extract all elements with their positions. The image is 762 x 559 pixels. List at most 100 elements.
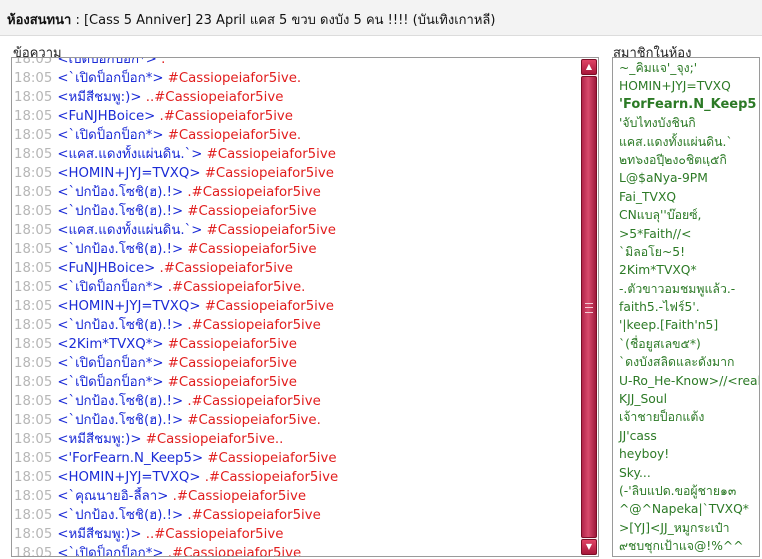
- message-nick[interactable]: <`เปิดป็อกป็อก*>: [57, 71, 163, 86]
- chat-message-row: 18:05 <`เปิดป็อกป็อก*> .#Cassiopeiafor5iv…: [14, 544, 578, 557]
- member-item[interactable]: ~_คิมแจ'_จุง;': [613, 59, 759, 77]
- message-text: #Cassiopeiafor5ive: [163, 337, 297, 352]
- chat-message-row: 18:05 <2Kim*TVXQ*> #Cassiopeiafor5ive: [14, 335, 578, 354]
- message-nick[interactable]: <HOMIN+JYJ=TVXQ>: [57, 299, 200, 314]
- member-item[interactable]: faith5.-ไฟร์5'.: [613, 298, 759, 316]
- chat-message-row: 18:05 <`ปกป้อง.โซชิ(ฮ).!> #Cassiopeiafor5…: [14, 240, 578, 259]
- message-nick[interactable]: <`เปิดป็อกป็อก*>: [57, 280, 163, 295]
- chat-message-row: 18:05 <`เปิดป็อกป็อก*> .#Cassiopeiafor5iv…: [14, 278, 578, 297]
- message-nick[interactable]: <HOMIN+JYJ=TVXQ>: [57, 470, 200, 485]
- message-timestamp: 18:05: [14, 57, 53, 67]
- chat-message-row: 18:05 <`ปกป้อง.โซชิ(ฮ).!> .#Cassiopeiafor…: [14, 316, 578, 335]
- members-list: ~_คิมแจ'_จุง;' HOMIN+JYJ=TVXQ 'ForFearn.N_…: [613, 59, 759, 556]
- chat-message-row: 18:05 <`เปิดป็อกป็อก*> #Cassiopeiafor5ive…: [14, 126, 578, 145]
- member-item[interactable]: Fai_TVXQ: [613, 188, 759, 206]
- member-item[interactable]: ๙ชบชุกเป้าแจ@!%^^: [613, 537, 759, 555]
- member-item[interactable]: '|keep.[Faith'n5]: [613, 316, 759, 334]
- member-item[interactable]: Sky...: [613, 464, 759, 482]
- message-nick[interactable]: <เปิดป็อกป็อก*>: [57, 58, 157, 67]
- triangle-up-icon: ▲: [585, 62, 593, 71]
- message-text: .#Cassiopeiafor5ive: [168, 489, 307, 504]
- message-nick[interactable]: <แคส.แดงทั้งแผ่นดิน.`>: [57, 147, 202, 162]
- message-nick[interactable]: <`เปิดป็อกป็อก*>: [57, 546, 163, 556]
- member-item[interactable]: 'ForFearn.N_Keep5: [613, 96, 759, 114]
- message-timestamp: 18:05: [14, 527, 53, 542]
- message-timestamp: 18:05: [14, 90, 53, 105]
- message-text: .#Cassiopeiafor5ive: [155, 109, 293, 124]
- message-nick[interactable]: <แคส.แดงทั้งแผ่นดิน.`>: [57, 223, 202, 238]
- message-nick[interactable]: <FuNJHBoice>: [57, 109, 155, 124]
- member-item[interactable]: U-Ro_He-Know>//<real: [613, 372, 759, 390]
- scroll-up-button[interactable]: ▲: [581, 59, 597, 75]
- member-item[interactable]: CNแบลุ''บ๊อยซ์,: [613, 206, 759, 224]
- message-timestamp: 18:05: [14, 71, 53, 86]
- message-nick[interactable]: <`ปกป้อง.โซชิ(ฮ).!>: [57, 508, 183, 523]
- chat-message-row: 18:05 <HOMIN+JYJ=TVXQ> #Cassiopeiafor5ive: [14, 297, 578, 316]
- member-item[interactable]: >5*Faith//<: [613, 225, 759, 243]
- message-nick[interactable]: <`เปิดป็อกป็อก*>: [57, 356, 163, 371]
- chat-log[interactable]: 18:05 <เปิดป็อกป็อก*> . 18:05 <`เปิดป็อกป็อ…: [11, 57, 599, 557]
- chat-message-row: 18:05 <`ปกป้อง.โซชิ(ฮ).!> #Cassiopeiafor5…: [14, 411, 578, 430]
- message-nick[interactable]: <หมีสีชมพู:)>: [57, 90, 141, 105]
- members-list-box[interactable]: ~_คิมแจ'_จุง;' HOMIN+JYJ=TVXQ 'ForFearn.N_…: [612, 57, 760, 557]
- message-nick[interactable]: <`คุณนายอิ-ลี้ลา>: [57, 489, 168, 504]
- member-item[interactable]: JJ'cass: [613, 427, 759, 445]
- member-item[interactable]: `(ชื่อยูสเลข๕*): [613, 335, 759, 353]
- message-text: #Cassiopeiafor5ive: [202, 147, 336, 162]
- message-text: .#Cassiopeiafor5ive.: [163, 280, 306, 295]
- member-item[interactable]: >[YJ]<JJ_หมูกระเป๋า: [613, 519, 759, 537]
- message-nick[interactable]: <`ปกป้อง.โซชิ(ฮ).!>: [57, 318, 183, 333]
- scroll-thumb[interactable]: [581, 76, 597, 538]
- member-item[interactable]: (-'ลิบแปด.ขอผู้ชาย๑๓: [613, 482, 759, 500]
- member-item[interactable]: เจ้าชายป็อกแต้ง: [613, 408, 759, 426]
- triangle-down-icon: ▼: [585, 542, 593, 551]
- chat-message-row: 18:05 <แคส.แดงทั้งแผ่นดิน.`> #Cassiopeiaf…: [14, 221, 578, 240]
- message-text: #Cassiopeiafor5ive.: [163, 128, 302, 143]
- message-nick[interactable]: <`เปิดป็อกป็อก*>: [57, 128, 163, 143]
- message-nick[interactable]: <2Kim*TVXQ*>: [57, 337, 163, 352]
- member-item[interactable]: HOMIN+JYJ=TVXQ: [613, 77, 759, 95]
- member-item[interactable]: KJJ_Soul: [613, 390, 759, 408]
- member-item[interactable]: -.ตัวขาวอมชมพูแล้ว.-: [613, 280, 759, 298]
- message-timestamp: 18:05: [14, 280, 53, 295]
- message-nick[interactable]: <`ปกป้อง.โซชิ(ฮ).!>: [57, 394, 183, 409]
- member-item[interactable]: แคส.แดงทั้งแผ่นดิน.`: [613, 133, 759, 151]
- message-text: ..#Cassiopeiafor5ive: [141, 90, 284, 105]
- message-nick[interactable]: <'ForFearn.N_Keep5>: [57, 451, 203, 466]
- chat-message-row: 18:05 <หมีสีชมพู:)> ..#Cassiopeiafor5ive: [14, 88, 578, 107]
- message-nick[interactable]: <`ปกป้อง.โซชิ(ฮ).!>: [57, 204, 183, 219]
- member-item[interactable]: 2Kim*TVXQ*: [613, 261, 759, 279]
- chat-message-row: 18:05 <HOMIN+JYJ=TVXQ> #Cassiopeiafor5ive: [14, 164, 578, 183]
- message-timestamp: 18:05: [14, 470, 53, 485]
- member-item[interactable]: L@$aNya-9PM: [613, 169, 759, 187]
- message-timestamp: 18:05: [14, 261, 53, 276]
- message-timestamp: 18:05: [14, 109, 53, 124]
- member-item[interactable]: ๒ท๖งอปีฺ๒ง๐ชิตแฺ๕กิ: [613, 151, 759, 169]
- message-nick[interactable]: <`ปกป้อง.โซชิ(ฮ).!>: [57, 413, 183, 428]
- chat-message-row: 18:05 <FuNJHBoice> .#Cassiopeiafor5ive: [14, 259, 578, 278]
- message-timestamp: 18:05: [14, 356, 53, 371]
- member-item[interactable]: `ดงบังสลิดและดังมาก: [613, 353, 759, 371]
- chat-message-row: 18:05 <แคส.แดงทั้งแผ่นดิน.`> #Cassiopeiaf…: [14, 145, 578, 164]
- message-text: .#Cassiopeiafor5ive: [183, 508, 321, 523]
- message-text: #Cassiopeiafor5ive: [200, 299, 334, 314]
- chat-scrollbar[interactable]: ▲ ▼: [581, 59, 597, 555]
- message-text: #Cassiopeiafor5ive: [163, 356, 297, 371]
- chat-message-row: 18:05 <HOMIN+JYJ=TVXQ> .#Cassiopeiafor5iv…: [14, 468, 578, 487]
- scroll-down-button[interactable]: ▼: [581, 539, 597, 555]
- message-nick[interactable]: <หมีสีชมพู:)>: [57, 432, 141, 447]
- message-text: .#Cassiopeiafor5ive: [183, 394, 321, 409]
- message-nick[interactable]: <`เปิดป็อกป็อก*>: [57, 375, 163, 390]
- message-timestamp: 18:05: [14, 337, 53, 352]
- member-item[interactable]: ^@^Napeka|`TVXQ*: [613, 500, 759, 518]
- message-nick[interactable]: <`ปกป้อง.โซชิ(ฮ).!>: [57, 242, 183, 257]
- member-item[interactable]: `มิลอโย~5!: [613, 243, 759, 261]
- message-nick[interactable]: <FuNJHBoice>: [57, 261, 155, 276]
- message-nick[interactable]: <`ปกป้อง.โซชิ(ฮ).!>: [57, 185, 183, 200]
- message-text: .#Cassiopeiafor5ive: [183, 185, 321, 200]
- message-timestamp: 18:05: [14, 546, 53, 557]
- member-item[interactable]: heyboy!: [613, 445, 759, 463]
- member-item[interactable]: 'จับไทงบังชินกิ: [613, 114, 759, 132]
- message-nick[interactable]: <HOMIN+JYJ=TVXQ>: [57, 166, 200, 181]
- message-nick[interactable]: <หมีสีชมพู:)>: [57, 527, 141, 542]
